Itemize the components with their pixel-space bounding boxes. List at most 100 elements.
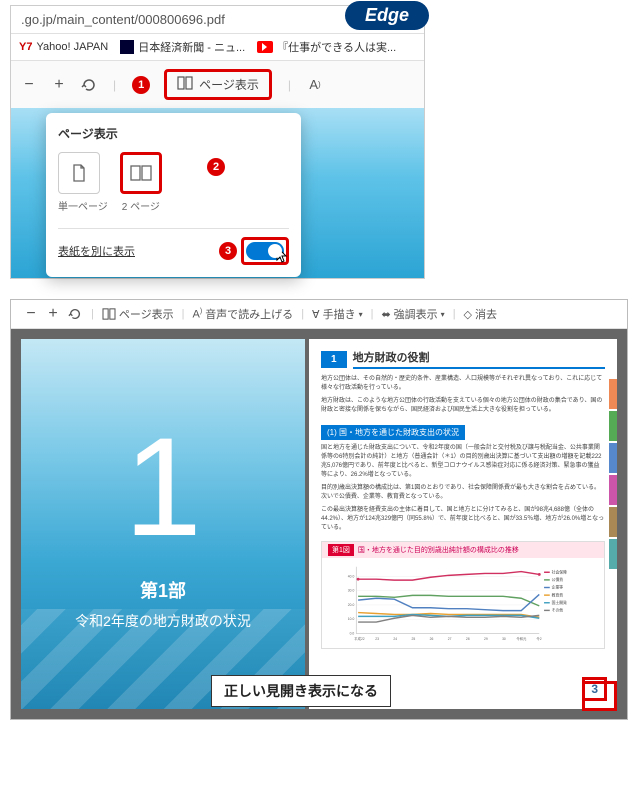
erase-label: 消去: [475, 306, 497, 322]
erase-button[interactable]: ◇ 消去: [464, 306, 497, 322]
page-view-label: ページ表示: [119, 306, 174, 322]
read-aloud-icon[interactable]: A): [307, 77, 323, 93]
highlight-label: 強調表示: [394, 306, 438, 322]
bookmark-label: 『仕事ができる人は実...: [277, 39, 396, 55]
section-header: 1 地方財政の役割: [321, 349, 605, 369]
nikkei-icon: [120, 40, 134, 54]
tab-4[interactable]: [609, 475, 617, 505]
bookmarks-bar: Y7 Yahoo! JAPAN 日本経済新聞 - ニュ... 『仕事ができる人は…: [11, 34, 424, 61]
read-aloud-button[interactable]: A) 音声で読み上げる: [193, 306, 294, 322]
result-caption: 正しい見開き表示になる: [211, 675, 391, 707]
rotate-icon[interactable]: [67, 306, 83, 322]
svg-text:令和元: 令和元: [516, 636, 527, 641]
single-page-option[interactable]: 単一ページ: [58, 152, 108, 213]
page-view-button[interactable]: ページ表示: [102, 306, 174, 322]
subsection-header: (1) 国・地方を通じた財政支出の状況: [321, 425, 465, 440]
youtube-icon: [257, 41, 273, 53]
bookmark-label: 日本経済新聞 - ニュ...: [138, 39, 245, 55]
chart-plot-area: 社会保障 公債費 企業等 教育費 国土開発 その他 平成222324 25262…: [322, 558, 604, 648]
tab-2[interactable]: [609, 411, 617, 441]
corner-highlight: [582, 681, 617, 711]
body-paragraph: 地方公団体は、その自然的・歴史的条件、産業構造、人口規模等がそれぞれ異なっており…: [321, 375, 605, 393]
two-page-option[interactable]: 2 ページ: [120, 152, 162, 213]
body-paragraph: 目的別歳出決算額の構成比は、第1図のとおりであり、社会保障関係費が最も大きな割合…: [321, 484, 605, 502]
body-paragraph: この最出決算額を経費支出の主体に着目して、国と地方とに分けてみると、国が98兆4…: [321, 506, 605, 533]
cover-label: 表紙を別に表示: [58, 243, 135, 259]
zoom-in-icon[interactable]: +: [51, 77, 67, 93]
svg-text:教育費: 教育費: [552, 592, 564, 597]
callout-1: 1: [132, 76, 150, 94]
chart-badge: 第1図: [328, 544, 354, 556]
svg-text:社会保障: 社会保障: [552, 569, 567, 574]
tab-3[interactable]: [609, 443, 617, 473]
pdf-toolbar: − + | 1 ページ表示 | A): [11, 61, 424, 108]
document-view: 1 第1部 令和2年度の地方財政の状況 1 地方財政の役割 地方公団体は、その自…: [11, 329, 627, 719]
single-page-icon: [58, 152, 100, 194]
pdf-page-right[interactable]: 1 地方財政の役割 地方公団体は、その自然的・歴史的条件、産業構造、人口規模等が…: [309, 339, 617, 709]
section-number: 1: [321, 351, 347, 368]
bookmark-nikkei[interactable]: 日本経済新聞 - ニュ...: [120, 39, 245, 55]
svg-text:国土開発: 国土開発: [552, 600, 567, 605]
svg-text:0.0: 0.0: [350, 631, 355, 635]
top-screenshot: Edge .go.jp/main_content/000800696.pdf Y…: [10, 5, 425, 279]
draw-button[interactable]: ∀ 手描き ▾: [312, 306, 363, 322]
svg-text:公債費: 公債費: [552, 577, 564, 582]
svg-text:28: 28: [466, 637, 470, 641]
svg-text:23: 23: [375, 637, 379, 641]
svg-text:企業等: 企業等: [552, 585, 564, 590]
chart-title-bar: 第1図 国・地方を通じた目的別歳出純計額の構成比の推移: [322, 542, 604, 558]
svg-text:その他: その他: [552, 608, 564, 613]
svg-text:30: 30: [502, 637, 506, 641]
chapter-number: 1: [124, 417, 202, 557]
divider: [58, 228, 289, 229]
cover-toggle[interactable]: [246, 242, 284, 260]
two-page-label: 2 ページ: [120, 198, 162, 213]
section-title: 地方財政の役割: [353, 349, 605, 369]
pdf-page-left[interactable]: 1 第1部 令和2年度の地方財政の状況: [21, 339, 305, 709]
page-options: 単一ページ 2 ページ 2: [58, 152, 289, 213]
svg-text:10.0: 10.0: [348, 617, 355, 621]
svg-text:30.0: 30.0: [348, 589, 355, 593]
cover-toggle-highlight: [241, 237, 289, 265]
callout-2: 2: [207, 158, 225, 176]
read-aloud-icon: A): [193, 308, 203, 321]
highlight-icon: ⬌: [381, 308, 390, 321]
svg-text:24: 24: [393, 637, 397, 641]
bookmark-yahoo[interactable]: Y7 Yahoo! JAPAN: [19, 41, 108, 53]
highlight-button[interactable]: ⬌ 強調表示 ▾: [381, 306, 444, 322]
bookmark-label: Yahoo! JAPAN: [36, 41, 108, 53]
erase-icon: ◇: [464, 308, 472, 321]
zoom-in-icon[interactable]: +: [45, 306, 61, 322]
draw-icon: ∀: [312, 308, 320, 321]
page-view-button[interactable]: ページ表示: [164, 69, 272, 100]
index-tabs: [609, 379, 617, 571]
zoom-out-icon[interactable]: −: [21, 77, 37, 93]
zoom-out-icon[interactable]: −: [23, 306, 39, 322]
svg-text:26: 26: [430, 637, 434, 641]
bookmark-youtube[interactable]: 『仕事ができる人は実...: [257, 39, 396, 55]
svg-text:40.0: 40.0: [348, 574, 355, 578]
tab-1[interactable]: [609, 379, 617, 409]
svg-text:平成22: 平成22: [354, 636, 365, 641]
popup-title: ページ表示: [58, 125, 289, 142]
two-page-icon: [120, 152, 162, 194]
edge-badge: Edge: [345, 1, 429, 30]
yahoo-icon: Y7: [19, 41, 32, 53]
draw-label: 手描き: [323, 306, 356, 322]
chapter-heading: 第1部: [140, 577, 186, 603]
chart-title: 国・地方を通じた目的別歳出純計額の構成比の推移: [358, 545, 519, 555]
body-paragraph: 地方財政は、このような地方公団体の行政活動を支えている個々の地方公団体の財政の集…: [321, 397, 605, 415]
page-view-label: ページ表示: [199, 76, 259, 93]
callout-3: 3: [219, 242, 237, 260]
pdf-toolbar-full: − + | ページ表示 | A) 音声で読み上げる | ∀ 手描き ▾ | ⬌ …: [11, 300, 627, 329]
tab-6[interactable]: [609, 539, 617, 569]
svg-text:29: 29: [484, 637, 488, 641]
chevron-down-icon: ▾: [359, 310, 363, 319]
chart-container: 第1図 国・地方を通じた目的別歳出純計額の構成比の推移: [321, 541, 605, 649]
tab-5[interactable]: [609, 507, 617, 537]
two-page-icon: [177, 76, 193, 93]
chevron-down-icon: ▾: [441, 310, 445, 319]
rotate-icon[interactable]: [81, 77, 97, 93]
cursor-icon: [271, 245, 289, 270]
pdf-viewer-background: ページ表示 単一ページ 2 ページ 2 表紙を別に表示: [11, 108, 424, 278]
